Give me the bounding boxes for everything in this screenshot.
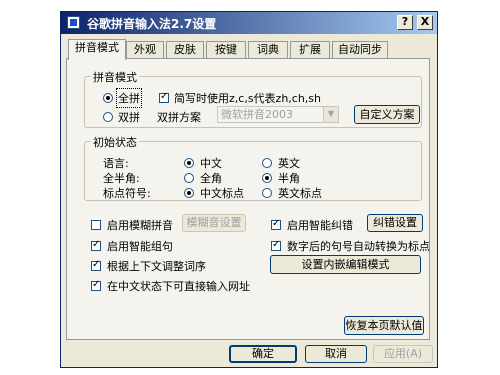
tab-keys[interactable]: 按键 [206,41,246,59]
initial-state-legend: 初始状态 [91,134,139,150]
chinese-punct-label[interactable]: 中文标点 [200,185,244,201]
apply-button[interactable]: 应用(A) [373,345,433,363]
smart-correct-checkbox[interactable] [271,218,281,230]
chinese-punct-radio[interactable] [184,188,194,198]
tab-strip: 拼音模式 外观 皮肤 按键 词典 扩展 自动同步 [61,39,437,60]
smart-phrase-checkbox[interactable] [91,239,101,251]
context-label[interactable]: 根据上下文调整词序 [107,258,206,274]
language-english-radio[interactable] [262,158,272,168]
fuzzy-checkbox[interactable] [91,220,101,230]
full-width-radio[interactable] [184,173,194,183]
tab-appearance[interactable]: 外观 [126,41,164,59]
fuzzy-label[interactable]: 启用模糊拼音 [107,217,173,233]
close-button[interactable]: X [417,15,433,30]
double-pinyin-label[interactable]: 双拼 [118,109,140,125]
window-title: 谷歌拼音输入法2.7设置 [87,17,217,31]
english-punct-radio[interactable] [262,188,272,198]
url-label[interactable]: 在中文状态下可直接输入网址 [107,278,250,294]
correct-settings-button[interactable]: 纠错设置 [367,214,423,232]
smart-correct-label[interactable]: 启用智能纠错 [287,217,353,233]
settings-dialog: 谷歌拼音输入法2.7设置 ? X 拼音模式 外观 皮肤 按键 词典 扩展 自动同… [60,11,438,368]
scheme-label: 双拼方案 [157,111,201,124]
inline-edit-button[interactable]: 设置内嵌编辑模式 [270,255,421,274]
abbr-checkbox[interactable] [159,91,169,103]
scheme-select-value: 微软拼音2003 [221,108,293,121]
half-width-label[interactable]: 半角 [278,170,300,186]
url-checkbox[interactable] [91,279,101,291]
width-label: 全半角: [103,172,140,185]
full-pinyin-radio[interactable] [103,93,113,103]
full-pinyin-label[interactable]: 全拼 [116,88,142,108]
punct-label: 标点符号: [103,187,151,200]
ok-button[interactable]: 确定 [229,345,297,363]
period-label[interactable]: 数字后的句号自动转换为标点 [287,238,430,254]
language-chinese-radio[interactable] [184,158,194,168]
period-checkbox[interactable] [271,239,281,251]
scheme-select[interactable]: 微软拼音2003 ▼ [217,106,339,123]
context-checkbox[interactable] [91,259,101,271]
title-bar: 谷歌拼音输入法2.7设置 ? X [61,12,437,34]
tab-skin[interactable]: 皮肤 [166,41,204,59]
help-button[interactable]: ? [397,15,413,30]
double-pinyin-radio[interactable] [103,112,113,122]
custom-scheme-button[interactable]: 自定义方案 [354,105,420,124]
app-icon [67,16,80,29]
language-chinese-label[interactable]: 中文 [200,155,222,171]
tab-pinyin-mode[interactable]: 拼音模式 [68,39,126,60]
english-punct-label[interactable]: 英文标点 [278,185,322,201]
full-width-label[interactable]: 全角 [200,170,222,186]
fuzzy-settings-button[interactable]: 模糊音设置 [182,214,246,232]
restore-defaults-button[interactable]: 恢复本页默认值 [344,316,424,335]
tab-panel-pinyin-mode: 拼音模式 全拼 简写时使用z,c,s代表zh,ch,sh 双拼 双拼方案 微软拼… [66,58,430,340]
half-width-radio[interactable] [262,173,272,183]
language-label: 语言: [103,157,129,170]
language-english-label[interactable]: 英文 [278,155,300,171]
tab-extensions[interactable]: 扩展 [290,41,330,59]
cancel-button[interactable]: 取消 [305,345,367,363]
chevron-down-icon: ▼ [323,107,338,122]
smart-phrase-label[interactable]: 启用智能组句 [107,238,173,254]
abbr-label[interactable]: 简写时使用z,c,s代表zh,ch,sh [174,90,321,106]
tab-auto-sync[interactable]: 自动同步 [332,41,388,59]
pinyin-mode-legend: 拼音模式 [91,69,139,85]
tab-dictionary[interactable]: 词典 [248,41,288,59]
